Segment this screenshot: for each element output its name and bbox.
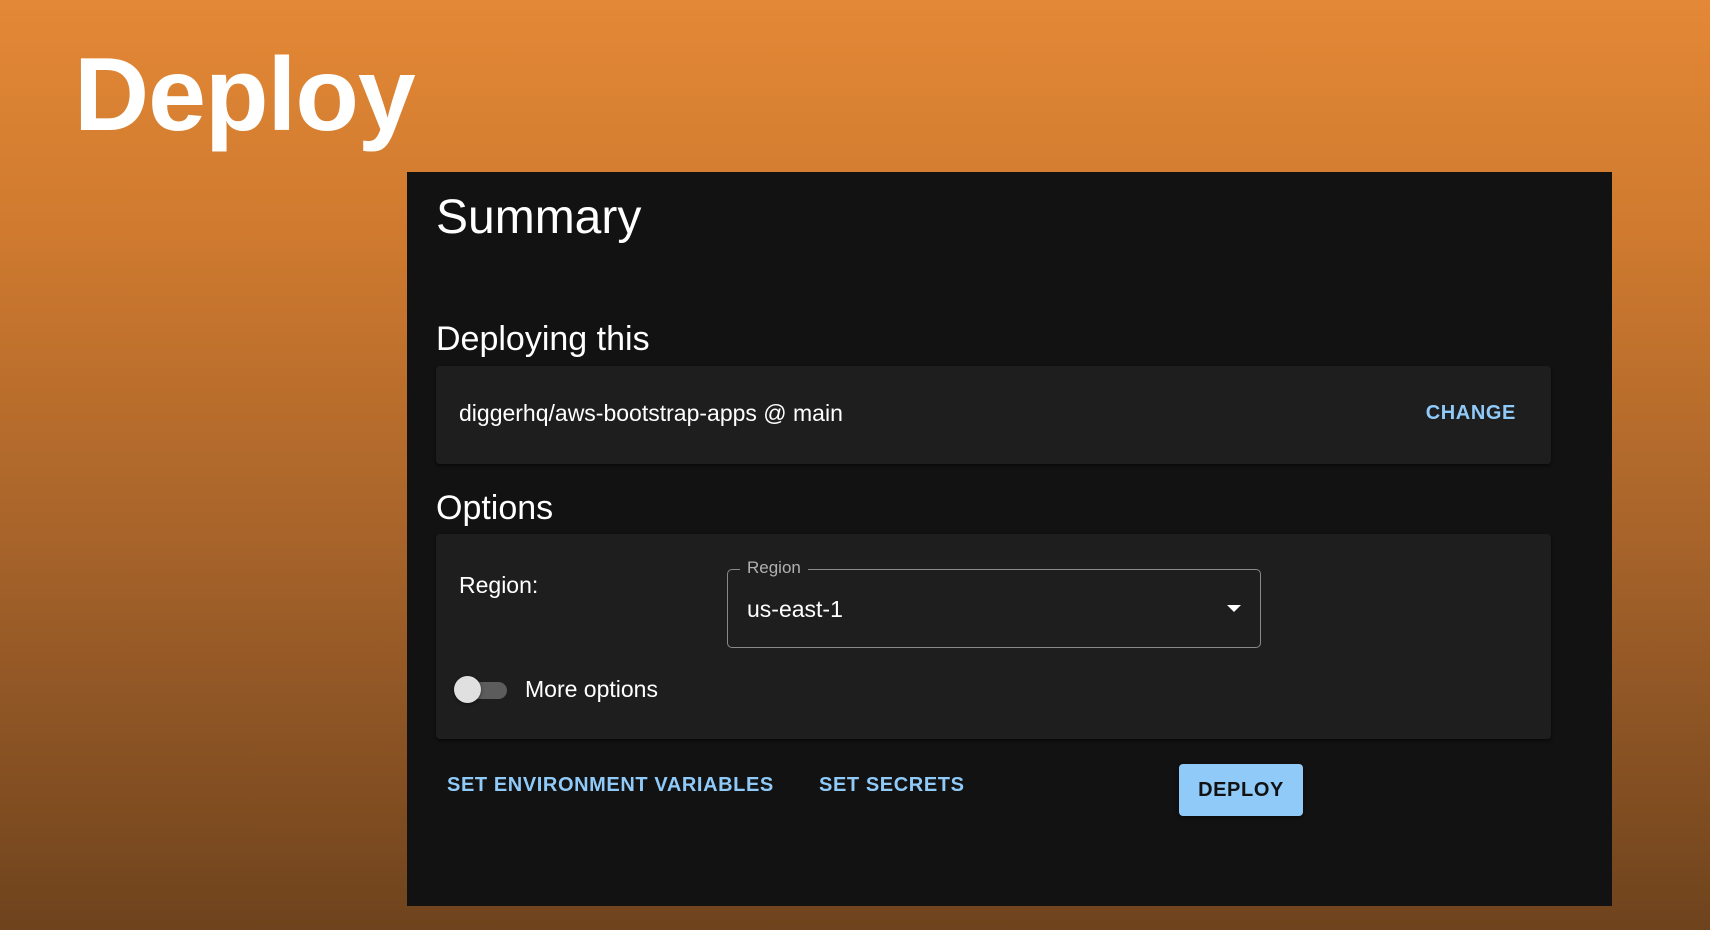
summary-panel: Summary Deploying this diggerhq/aws-boot… bbox=[407, 172, 1612, 906]
region-label: Region: bbox=[459, 572, 539, 598]
change-button[interactable]: CHANGE bbox=[1416, 394, 1526, 433]
set-environment-variables-button[interactable]: SET ENVIRONMENT VARIABLES bbox=[437, 766, 784, 805]
toggle-thumb bbox=[454, 676, 481, 703]
deploying-section-title: Deploying this bbox=[436, 320, 650, 358]
deploy-button[interactable]: DEPLOY bbox=[1179, 764, 1303, 816]
options-section-title: Options bbox=[436, 489, 554, 527]
region-select-value: us-east-1 bbox=[747, 596, 843, 622]
page-title: Deploy bbox=[74, 37, 416, 153]
summary-title: Summary bbox=[436, 191, 642, 244]
set-secrets-button[interactable]: SET SECRETS bbox=[809, 766, 975, 805]
region-select-legend: Region bbox=[740, 558, 808, 578]
more-options-toggle[interactable]: More options bbox=[454, 674, 658, 704]
more-options-label: More options bbox=[525, 675, 658, 702]
repo-branch-text: diggerhq/aws-bootstrap-apps @ main bbox=[459, 400, 843, 426]
options-card: Region: Region us-east-1 More options bbox=[436, 534, 1551, 739]
deploying-card: diggerhq/aws-bootstrap-apps @ main CHANG… bbox=[436, 366, 1551, 464]
region-select[interactable]: Region us-east-1 bbox=[727, 558, 1261, 648]
arrow-drop-down-icon bbox=[1227, 605, 1241, 612]
toggle-switch[interactable] bbox=[454, 676, 507, 703]
